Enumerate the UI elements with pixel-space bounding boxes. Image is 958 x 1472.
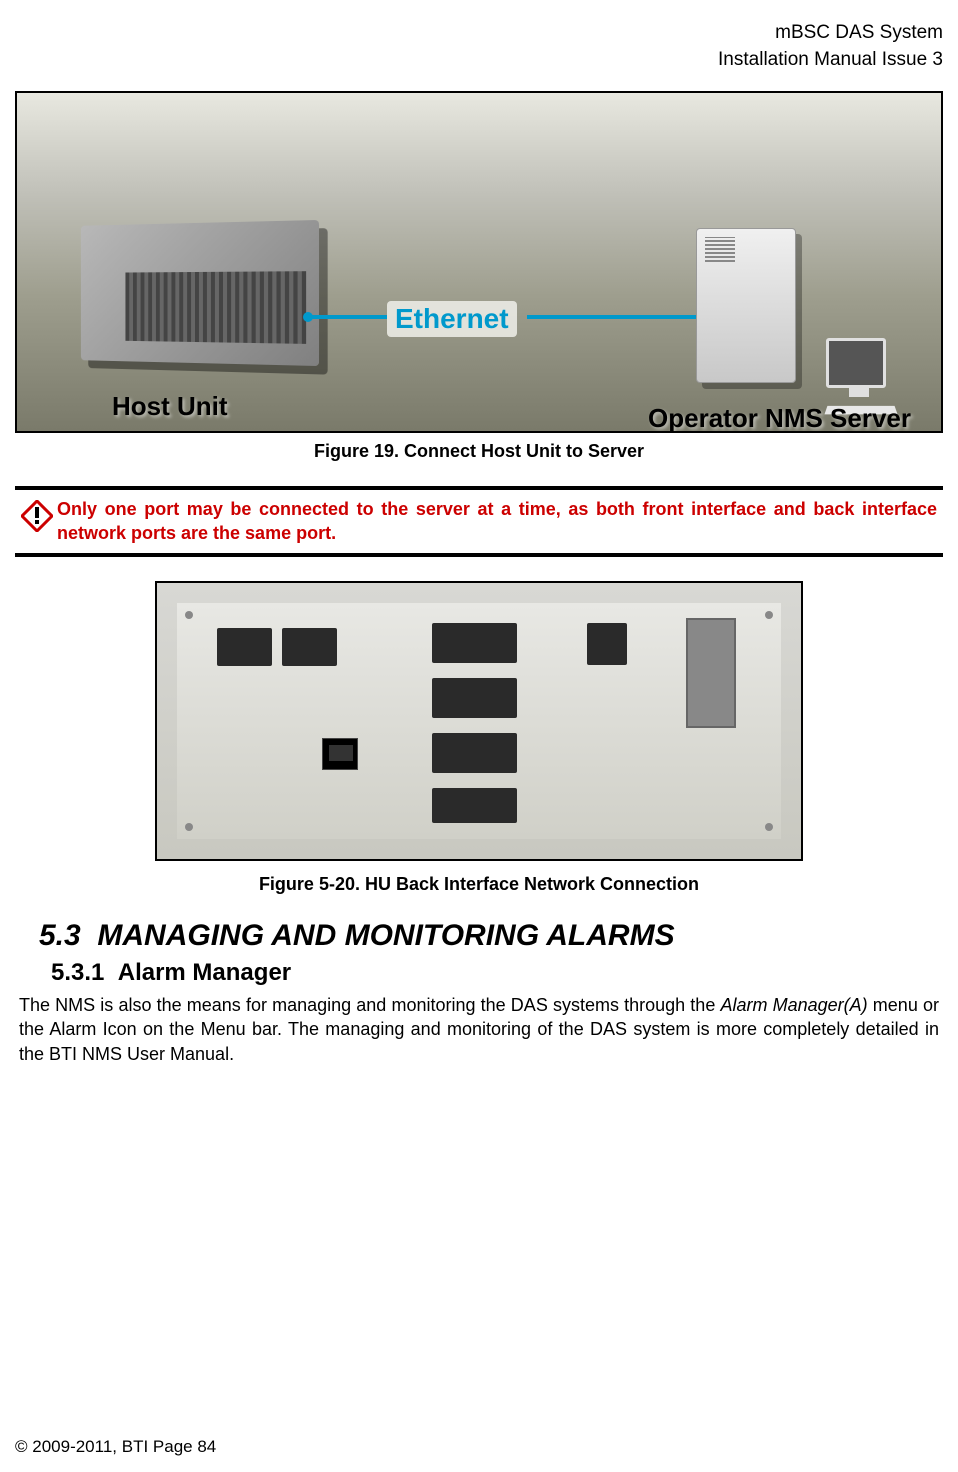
- screw-icon: [765, 823, 773, 831]
- section-number: 5.3: [39, 919, 81, 952]
- terminal-block-icon: [432, 678, 517, 718]
- terminal-block-icon: [282, 628, 337, 666]
- screw-icon: [765, 611, 773, 619]
- body-paragraph: The NMS is also the means for managing a…: [19, 993, 939, 1066]
- terminal-block-icon: [587, 623, 627, 665]
- ethernet-line-right: [527, 315, 707, 319]
- ethernet-line-left: [307, 315, 387, 319]
- nms-server-graphic: [696, 228, 851, 408]
- figure-2-caption: Figure 5-20. HU Back Interface Network C…: [15, 874, 943, 895]
- connector-icon: [686, 618, 736, 728]
- subsection-title: Alarm Manager: [118, 959, 291, 986]
- section-heading: 5.3 MANAGING AND MONITORING ALARMS: [39, 919, 943, 953]
- document-page: mBSC DAS System Installation Manual Issu…: [0, 0, 958, 1472]
- rack-face-icon: [125, 271, 306, 344]
- ethernet-label: Ethernet: [387, 301, 517, 337]
- nms-server-label: Operator NMS Server: [648, 403, 911, 433]
- terminal-block-icon: [432, 623, 517, 663]
- warning-icon: [21, 500, 53, 532]
- figure-2-wrapper: [15, 581, 943, 866]
- page-footer: © 2009-2011, BTI Page 84: [15, 1437, 216, 1457]
- warning-callout: Only one port may be connected to the se…: [15, 486, 943, 557]
- figure-1-container: Host Unit Ethernet Operator NMS Server: [15, 91, 943, 433]
- body-text-part1: The NMS is also the means for managing a…: [19, 995, 720, 1015]
- header-line-1: mBSC DAS System: [15, 20, 943, 47]
- rack-unit-icon: [81, 220, 319, 366]
- server-tower-icon: [696, 228, 796, 383]
- subsection-number: 5.3.1: [51, 959, 104, 986]
- page-header: mBSC DAS System Installation Manual Issu…: [15, 20, 943, 73]
- screw-icon: [185, 611, 193, 619]
- monitor-icon: [826, 338, 886, 388]
- figure-1-caption: Figure 19. Connect Host Unit to Server: [15, 441, 943, 462]
- terminal-block-icon: [432, 733, 517, 773]
- host-unit-label: Host Unit: [112, 391, 228, 422]
- terminal-block-icon: [217, 628, 272, 666]
- warning-text: Only one port may be connected to the se…: [57, 498, 937, 545]
- host-unit-graphic: [75, 223, 315, 363]
- terminal-block-icon: [432, 788, 517, 823]
- screw-icon: [185, 823, 193, 831]
- section-title: MANAGING AND MONITORING ALARMS: [97, 919, 674, 952]
- body-text-italic: Alarm Manager(A): [720, 995, 867, 1015]
- ethernet-port-icon: [322, 738, 358, 770]
- figure-2-container: [155, 581, 803, 861]
- header-line-2: Installation Manual Issue 3: [15, 47, 943, 74]
- subsection-heading: 5.3.1 Alarm Manager: [51, 959, 943, 987]
